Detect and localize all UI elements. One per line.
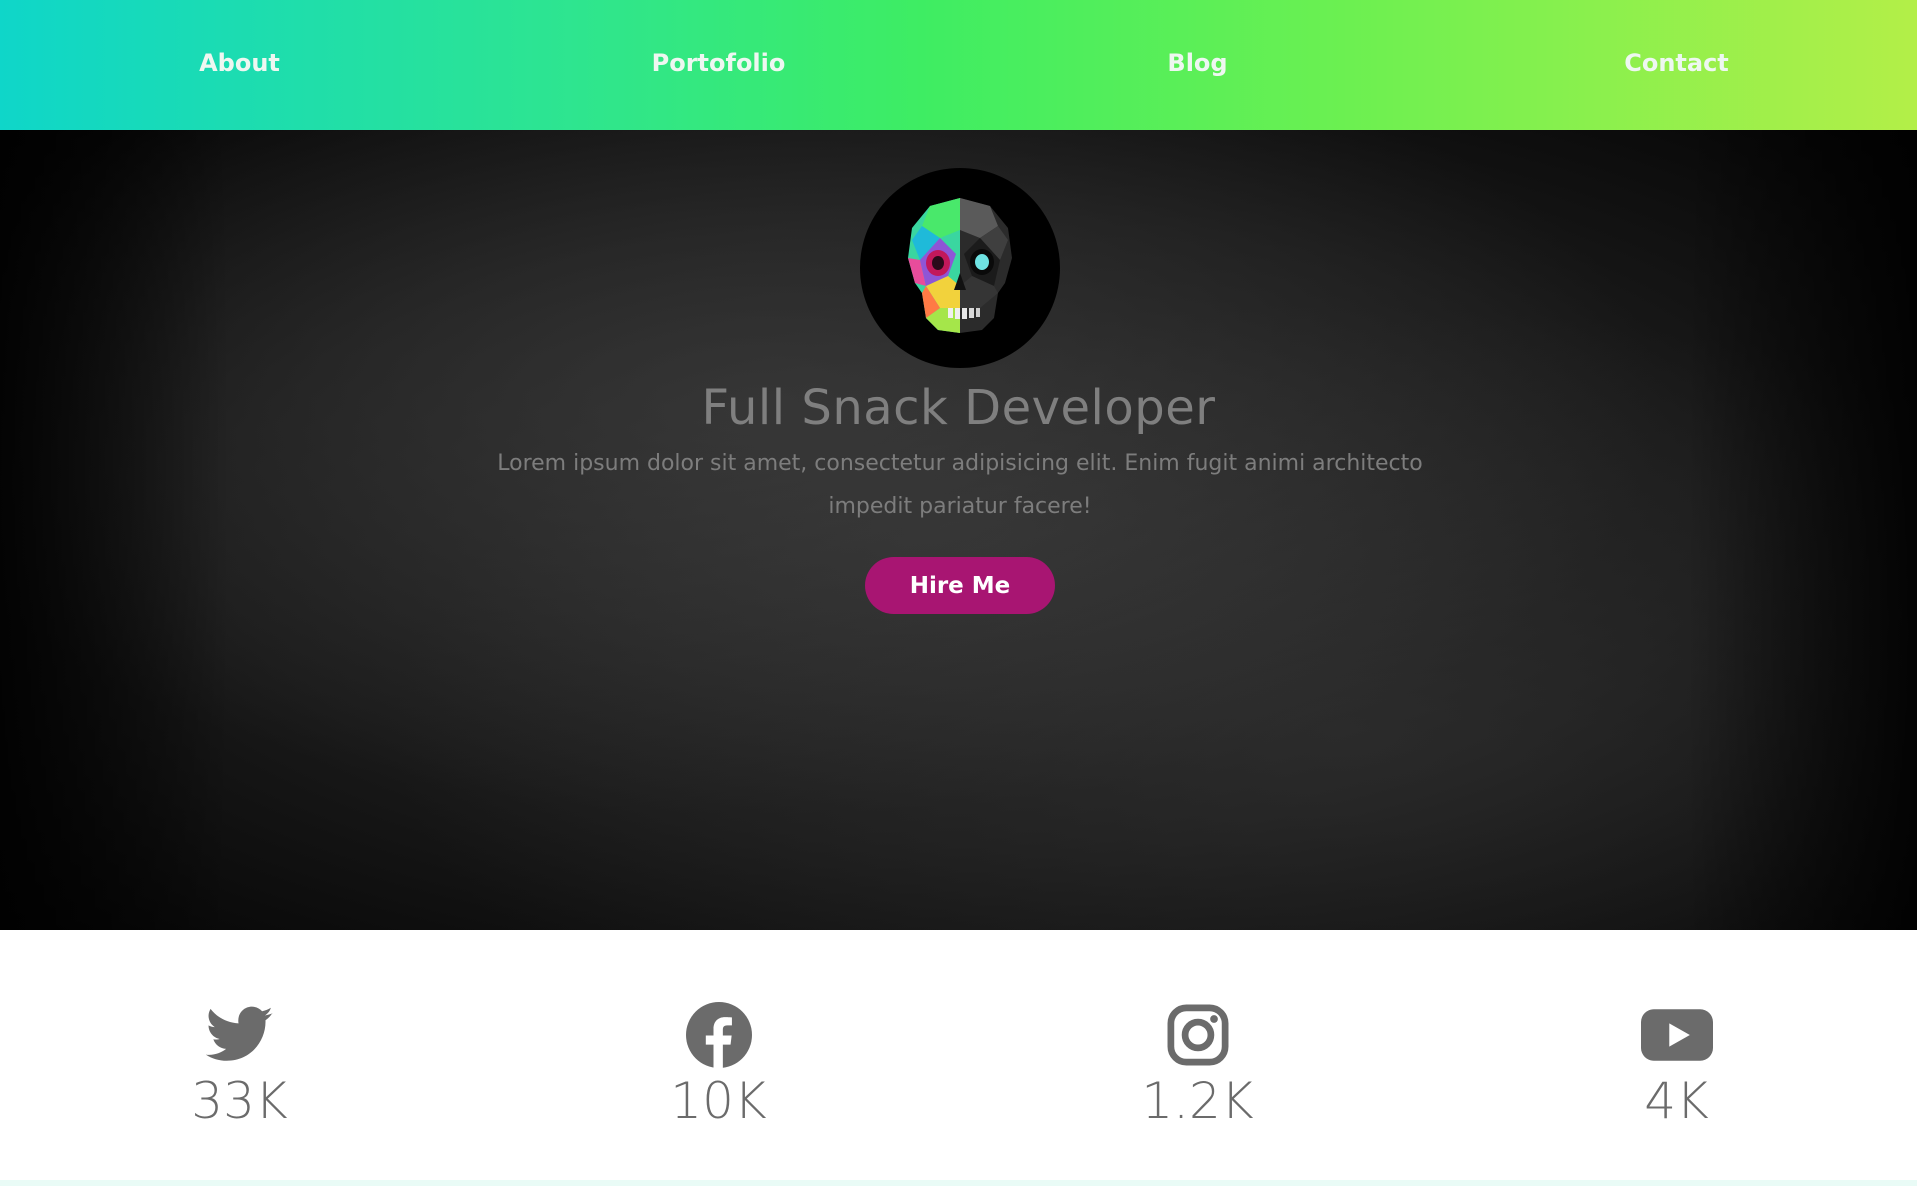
nav-item-contact[interactable]: Contact — [1437, 49, 1916, 77]
instagram-count: 1.2K — [1141, 1072, 1254, 1130]
top-navigation: About Portofolio Blog Contact — [0, 0, 1917, 130]
youtube-count: 4K — [1644, 1072, 1709, 1130]
stat-instagram[interactable]: 1.2K — [958, 930, 1437, 1180]
facebook-count: 10K — [670, 1072, 767, 1130]
stat-facebook[interactable]: 10K — [479, 930, 958, 1180]
twitter-icon — [203, 1000, 277, 1070]
youtube-icon — [1640, 1000, 1714, 1070]
hero-description: Lorem ipsum dolor sit amet, consectetur … — [497, 451, 1423, 519]
nav-item-about[interactable]: About — [0, 49, 479, 77]
nav-item-portfolio[interactable]: Portofolio — [479, 49, 958, 77]
social-stats: 33K 10K 1.2K 4K — [0, 930, 1917, 1180]
skull-avatar-graphic — [908, 198, 1012, 333]
hero-title: Full Snack Developer — [701, 380, 1216, 436]
twitter-count: 33K — [191, 1072, 288, 1130]
stat-twitter[interactable]: 33K — [0, 930, 479, 1180]
hero-section: Full Snack Developer Lorem ipsum dolor s… — [0, 130, 1917, 930]
stat-youtube[interactable]: 4K — [1437, 930, 1916, 1180]
skull-avatar-icon — [860, 168, 1060, 368]
footer-edge — [0, 1180, 1917, 1186]
hire-me-button[interactable]: Hire Me — [865, 557, 1055, 614]
instagram-icon — [1161, 1000, 1235, 1070]
facebook-icon — [682, 1000, 756, 1070]
nav-item-blog[interactable]: Blog — [958, 49, 1437, 77]
